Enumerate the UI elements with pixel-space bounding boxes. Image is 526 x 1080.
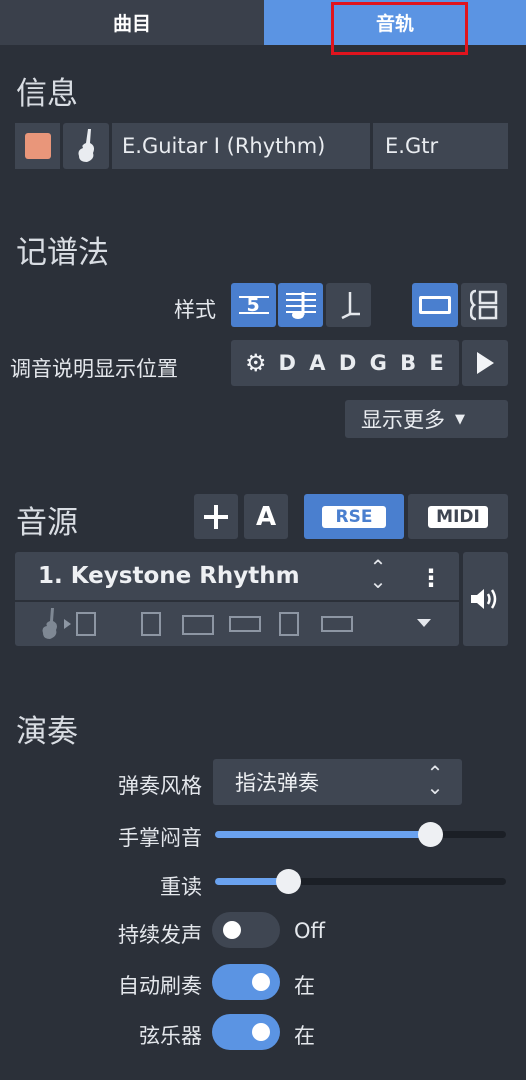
electric-guitar-icon [42, 608, 57, 639]
single-staff-icon [419, 296, 451, 314]
panel-divider [15, 600, 459, 602]
sound-preset-name[interactable]: 1. Keystone Rhythm [38, 563, 300, 589]
updown-chevron-icon: ⌃ ⌄ [426, 761, 444, 799]
highlight-box [331, 2, 468, 55]
play-icon [477, 352, 494, 374]
auto-strum-label: 自动刷奏 [118, 974, 202, 998]
plus-icon [204, 504, 228, 529]
track-short-name-field[interactable]: E.Gtr [373, 123, 508, 169]
strings-label: 弦乐器 [139, 1024, 202, 1048]
gear-icon: ⚙ [245, 349, 267, 377]
strings-state: 在 [294, 1024, 315, 1048]
midi-label: MIDI [428, 505, 488, 528]
pedal-icon[interactable] [321, 616, 353, 632]
multi-staff-icon [470, 289, 498, 321]
toggle-knob [252, 973, 270, 991]
tuning-value: D A D G B E [278, 351, 447, 375]
tuning-field[interactable]: ⚙ D A D G B E [231, 340, 459, 386]
tuning-position-label: 调音说明显示位置 [10, 357, 178, 381]
accent-label: 重读 [160, 875, 202, 899]
section-title-notation: 记谱法 [16, 235, 109, 271]
tab-staff-icon: 5 [238, 292, 269, 318]
caret-down-icon: ▼ [455, 411, 465, 427]
more-vertical-icon[interactable]: ⋮ [410, 558, 452, 598]
sustain-label: 持续发声 [118, 923, 202, 947]
section-title-info: 信息 [16, 76, 78, 112]
speaker-icon [470, 589, 496, 609]
note-staff-icon [285, 292, 316, 319]
tab-notation-button[interactable]: 5 [231, 283, 276, 327]
section-title-sound: 音源 [16, 505, 78, 541]
midi-button[interactable]: MIDI [408, 494, 508, 539]
accent-handle[interactable] [276, 869, 301, 894]
track-color-button[interactable] [15, 123, 60, 169]
rhythm-stem-icon [340, 292, 360, 320]
rse-button[interactable]: RSE [304, 494, 404, 539]
track-color-swatch [24, 133, 51, 159]
rse-label: RSE [321, 505, 387, 528]
amp-stack-icon[interactable] [141, 612, 161, 636]
slash-notation-button[interactable] [326, 283, 371, 327]
toggle-knob [223, 921, 241, 939]
volume-button[interactable] [463, 552, 508, 646]
signal-chain [36, 606, 436, 642]
play-style-value: 指法弹奏 [235, 771, 319, 795]
show-more-label: 显示更多 [361, 408, 445, 432]
show-more-dropdown[interactable]: 显示更多 ▼ [345, 400, 508, 438]
multi-staff-button[interactable] [461, 283, 507, 327]
auto-sound-button[interactable]: A [244, 494, 288, 539]
toggle-knob [252, 1023, 270, 1041]
strings-toggle[interactable] [212, 1014, 280, 1050]
tab-score[interactable]: 曲目 [0, 0, 264, 45]
auto-strum-toggle[interactable] [212, 964, 280, 1000]
add-sound-button[interactable] [194, 494, 238, 539]
arrow-right-icon [64, 619, 71, 629]
updown-chevron-icon[interactable]: ⌃ ⌄ [366, 557, 390, 591]
cabinet-icon[interactable] [182, 615, 214, 635]
standard-notation-button[interactable] [278, 283, 323, 327]
amp-stack-icon[interactable] [279, 612, 299, 636]
play-style-label: 弹奏风格 [118, 774, 202, 798]
electric-guitar-icon[interactable] [63, 123, 109, 169]
pedal-icon[interactable] [229, 616, 261, 632]
caret-down-icon[interactable] [417, 619, 431, 627]
palm-mute-handle[interactable] [418, 822, 443, 847]
amp-stack-icon[interactable] [76, 612, 96, 636]
track-name-field[interactable]: E.Guitar I (Rhythm) [112, 123, 370, 169]
section-title-performance: 演奏 [16, 714, 78, 750]
sustain-toggle[interactable] [212, 912, 280, 948]
single-staff-button[interactable] [412, 283, 458, 327]
sustain-state: Off [294, 919, 325, 943]
style-label: 样式 [174, 298, 216, 322]
tuning-play-button[interactable] [462, 340, 508, 386]
auto-strum-state: 在 [294, 974, 315, 998]
palm-mute-fill [215, 831, 430, 838]
palm-mute-label: 手掌闷音 [118, 826, 202, 850]
